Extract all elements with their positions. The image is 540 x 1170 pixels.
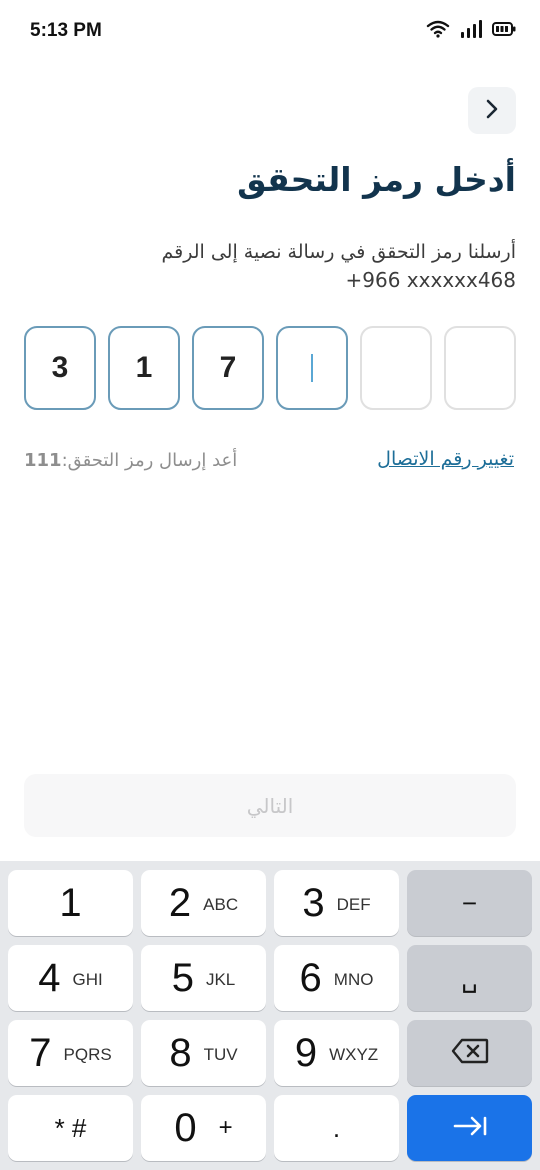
status-icons	[426, 20, 516, 38]
key-5[interactable]: 5 JKL	[141, 945, 266, 1011]
key-4[interactable]: 4 GHI	[8, 945, 133, 1011]
status-time: 5:13 PM	[30, 20, 102, 41]
key-1[interactable]: 1	[8, 870, 133, 936]
back-button[interactable]	[468, 87, 516, 134]
wifi-icon	[426, 20, 450, 38]
key-period-label: .	[332, 1112, 341, 1143]
otp-digit-6[interactable]	[444, 326, 516, 410]
key-6-letters: MNO	[333, 970, 374, 989]
resend-label: أعد إرسال رمز التحقق:	[61, 450, 238, 471]
battery-icon	[492, 21, 516, 37]
status-bar: 5:13 PM	[0, 0, 540, 64]
key-2-letters: ABC	[203, 895, 239, 914]
key-space-label: ␣	[461, 962, 478, 993]
numeric-keyboard: 1 2 ABC 3 DEF − 4 GHI 5 JKL 6 MNO ␣ 7 PQ…	[0, 861, 540, 1170]
key-6[interactable]: 6 MNO	[274, 945, 399, 1011]
key-3[interactable]: 3 DEF	[274, 870, 399, 936]
key-star-hash-label: * #	[54, 1112, 87, 1143]
key-minus-label: −	[461, 887, 478, 918]
otp-digit-2[interactable]: 1	[108, 326, 180, 410]
text-cursor	[311, 354, 313, 382]
key-0-plus: +	[218, 1114, 233, 1141]
signal-icon	[460, 20, 482, 38]
key-3-label: 3	[302, 880, 325, 925]
key-9-label: 9	[294, 1030, 318, 1075]
page-title: أدخل رمز التحقق	[237, 160, 516, 199]
key-0-label: 0	[174, 1105, 197, 1150]
verification-description: أرسلنا رمز التحقق في رسالة نصية إلى الرق…	[76, 238, 516, 294]
key-star-hash[interactable]: * #	[8, 1095, 133, 1161]
key-5-letters: JKL	[205, 970, 236, 989]
key-2[interactable]: 2 ABC	[141, 870, 266, 936]
key-space[interactable]: ␣	[407, 945, 532, 1011]
next-button[interactable]: التالي	[24, 774, 516, 837]
phone-number: +966 xxxxxx468	[345, 268, 516, 292]
key-7-letters: PQRS	[63, 1045, 112, 1064]
key-minus[interactable]: −	[407, 870, 532, 936]
key-1-label: 1	[59, 880, 82, 925]
key-9-letters: WXYZ	[329, 1045, 379, 1064]
key-5-label: 5	[171, 955, 194, 1000]
key-backspace[interactable]	[407, 1020, 532, 1086]
description-text: أرسلنا رمز التحقق في رسالة نصية إلى الرق…	[161, 241, 516, 263]
key-9[interactable]: 9 WXYZ	[274, 1020, 399, 1086]
key-3-letters: DEF	[336, 895, 371, 914]
key-2-label: 2	[168, 880, 192, 925]
chevron-right-icon	[483, 98, 501, 124]
key-8[interactable]: 8 TUV	[141, 1020, 266, 1086]
change-number-link[interactable]: تغيير رقم الاتصال	[377, 448, 514, 470]
backspace-icon	[451, 1038, 489, 1069]
otp-digit-4-active[interactable]	[276, 326, 348, 410]
key-next[interactable]	[407, 1095, 532, 1161]
key-4-label: 4	[38, 955, 61, 1000]
key-6-label: 6	[299, 955, 322, 1000]
key-8-letters: TUV	[203, 1045, 238, 1064]
otp-input-row: 3 1 7	[24, 326, 516, 410]
otp-digit-3[interactable]: 7	[192, 326, 264, 410]
resend-countdown: 111	[24, 450, 62, 471]
key-4-letters: GHI	[72, 970, 103, 989]
key-7[interactable]: 7 PQRS	[8, 1020, 133, 1086]
key-0[interactable]: 0 +	[141, 1095, 266, 1161]
resend-code: أعد إرسال رمز التحقق:111	[24, 450, 237, 471]
key-7-label: 7	[29, 1030, 52, 1075]
otp-digit-1[interactable]: 3	[24, 326, 96, 410]
key-8-label: 8	[169, 1030, 192, 1075]
key-period[interactable]: .	[274, 1095, 399, 1161]
next-arrow-icon	[452, 1114, 488, 1143]
otp-digit-5[interactable]	[360, 326, 432, 410]
